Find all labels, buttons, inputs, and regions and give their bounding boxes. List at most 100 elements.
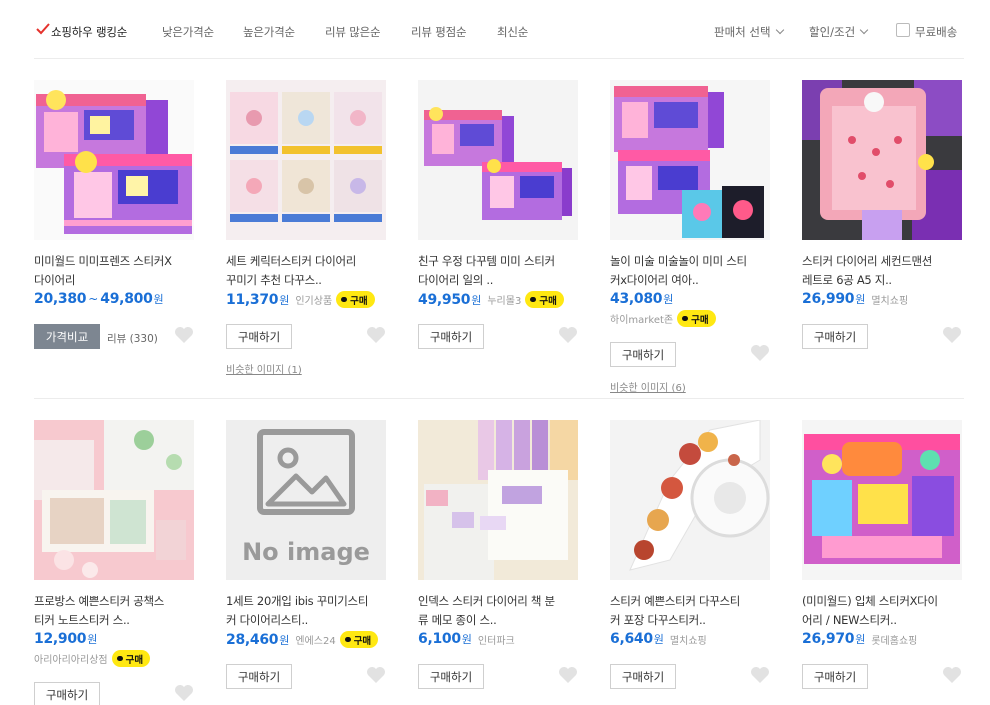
product-title-line2: 어리 / NEW스티커..	[802, 613, 897, 627]
product-image[interactable]	[610, 80, 770, 240]
buy-button[interactable]: 구매하기	[610, 342, 676, 367]
heart-icon[interactable]	[942, 666, 962, 684]
price: 6,640	[610, 631, 653, 647]
heart-icon[interactable]	[750, 344, 770, 362]
compare-price-button[interactable]: 가격비교	[34, 324, 100, 349]
sort-ranking[interactable]: 쇼핑하우 랭킹순	[51, 24, 127, 40]
product-image[interactable]	[802, 80, 962, 240]
product-image[interactable]	[34, 80, 194, 240]
product-card[interactable]: (미미월드) 입체 스티커X다이 어리 / NEW스티커.. 26,970 원 …	[802, 420, 962, 705]
chat-bubble-icon	[341, 297, 348, 302]
buy-button[interactable]: 구매하기	[34, 682, 100, 705]
buy-badge[interactable]: 구매	[677, 310, 716, 327]
product-card[interactable]: 미미월드 미미프렌즈 스티커X 다이어리 20,380 ~ 49,800 원 가…	[34, 80, 194, 380]
product-title-line2: 류 메모 종이 스..	[418, 613, 497, 627]
product-title[interactable]: 스티커 예쁜스티커 다꾸스티 커 포장 다꾸스티커..	[610, 592, 770, 630]
price: 49,950	[418, 291, 471, 308]
product-card[interactable]: No image 1세트 20개입 ibis 꾸미기스티 커 다이어리스티.. …	[226, 420, 386, 705]
product-image[interactable]	[418, 420, 578, 580]
buy-badge[interactable]: 구매	[111, 650, 151, 667]
seller-name[interactable]: 아리아리아리상점	[34, 651, 108, 666]
price: 20,380	[34, 291, 87, 307]
sort-review-rating[interactable]: 리뷰 평점순	[411, 24, 467, 40]
product-image[interactable]	[418, 80, 578, 240]
product-image[interactable]	[610, 420, 770, 580]
seller-name[interactable]: 인기상품	[295, 292, 332, 307]
similar-images-link[interactable]: 비슷한 이미지 (6)	[610, 379, 686, 394]
product-card[interactable]: 친구 우정 다꾸템 미미 스티커 다이어리 일의 .. 49,950 원 누리몰…	[418, 80, 578, 380]
product-title[interactable]: 인덱스 스티커 다이어리 책 분 류 메모 종이 스..	[418, 592, 578, 630]
buy-button[interactable]: 구매하기	[802, 324, 868, 349]
product-image[interactable]	[34, 420, 194, 580]
similar-images-link[interactable]: 비슷한 이미지 (1)	[226, 361, 302, 376]
buy-badge[interactable]: 구매	[336, 291, 375, 308]
buy-button[interactable]: 구매하기	[418, 664, 484, 689]
heart-icon[interactable]	[558, 666, 578, 684]
seller-name[interactable]: 누리몰3	[487, 292, 521, 307]
price-row: 6,640 원 멸치쇼핑	[610, 631, 707, 647]
price: 28,460	[226, 631, 279, 648]
seller-name[interactable]: 멸치쇼핑	[670, 632, 707, 647]
discount-filter[interactable]: 할인/조건	[809, 24, 869, 40]
buy-button[interactable]: 구매하기	[226, 664, 292, 689]
heart-icon[interactable]	[366, 666, 386, 684]
sort-low-price[interactable]: 낮은가격순	[162, 24, 214, 40]
check-icon	[36, 23, 50, 35]
product-card[interactable]: 프로방스 예쁜스티커 공책스 티커 노트스티커 스.. 12,900 원 아리아…	[34, 420, 194, 705]
product-title-line2: 커 포장 다꾸스티커..	[610, 613, 706, 627]
heart-icon[interactable]	[174, 326, 194, 344]
product-image[interactable]	[802, 420, 962, 580]
free-shipping-label[interactable]: 무료배송	[915, 24, 957, 40]
buy-button[interactable]: 구매하기	[610, 664, 676, 689]
heart-icon[interactable]	[366, 326, 386, 344]
sort-newest[interactable]: 최신순	[497, 24, 528, 40]
buy-badge[interactable]: 구매	[525, 291, 564, 308]
chevron-down-icon	[775, 25, 784, 35]
free-shipping-checkbox[interactable]	[896, 23, 910, 37]
heart-icon[interactable]	[558, 326, 578, 344]
sort-most-reviews[interactable]: 리뷰 많은순	[325, 24, 381, 40]
seller-name[interactable]: 하이market존	[610, 311, 673, 326]
product-title[interactable]: 놀이 미술 미술놀이 미미 스티 커x다이어리 여아..	[610, 252, 770, 290]
seller-name[interactable]: 멸치쇼핑	[871, 292, 908, 307]
price-row: 11,370 원 인기상품 구매	[226, 291, 375, 308]
product-title[interactable]: 프로방스 예쁜스티커 공책스 티커 노트스티커 스..	[34, 592, 194, 630]
chat-bubble-icon	[344, 637, 351, 642]
product-image[interactable]	[226, 80, 386, 240]
product-title[interactable]: (미미월드) 입체 스티커X다이 어리 / NEW스티커..	[802, 592, 962, 630]
price-row: 12,900 원	[34, 631, 97, 647]
currency: 원	[461, 633, 472, 646]
product-card[interactable]: 인덱스 스티커 다이어리 책 분 류 메모 종이 스.. 6,100 원 인터파…	[418, 420, 578, 705]
chat-bubble-icon	[116, 656, 123, 661]
buy-badge[interactable]: 구매	[339, 631, 379, 648]
sort-high-price[interactable]: 높은가격순	[243, 24, 295, 40]
product-title-line1: (미미월드) 입체 스티커X다이	[802, 594, 938, 608]
review-count[interactable]: 리뷰 (330)	[107, 331, 158, 346]
seller-name[interactable]: 엔에스24	[295, 632, 335, 647]
product-card[interactable]: 세트 케릭터스티커 다이어리 꾸미기 추천 다꾸스.. 11,370 원 인기상…	[226, 80, 386, 380]
product-title[interactable]: 세트 케릭터스티커 다이어리 꾸미기 추천 다꾸스..	[226, 252, 386, 290]
buy-badge-label: 구매	[691, 314, 709, 326]
product-title[interactable]: 스티커 다이어리 세컨드맨션 레트로 6공 A5 지..	[802, 252, 962, 290]
heart-icon[interactable]	[942, 326, 962, 344]
product-card[interactable]: 스티커 예쁜스티커 다꾸스티 커 포장 다꾸스티커.. 6,640 원 멸치쇼핑…	[610, 420, 770, 705]
currency: 원	[87, 633, 98, 646]
product-card[interactable]: 놀이 미술 미술놀이 미미 스티 커x다이어리 여아.. 43,080 원 하이…	[610, 80, 770, 398]
buy-badge-label: 구매	[350, 295, 368, 307]
buy-button[interactable]: 구매하기	[802, 664, 868, 689]
product-title[interactable]: 미미월드 미미프렌즈 스티커X 다이어리	[34, 252, 194, 290]
buy-button[interactable]: 구매하기	[226, 324, 292, 349]
seller-name[interactable]: 롯데홈쇼핑	[871, 632, 917, 647]
heart-icon[interactable]	[750, 666, 770, 684]
product-title[interactable]: 1세트 20개입 ibis 꾸미기스티 커 다이어리스티..	[226, 592, 386, 630]
heart-icon[interactable]	[174, 684, 194, 702]
discount-filter-label: 할인/조건	[809, 25, 856, 39]
product-title[interactable]: 친구 우정 다꾸템 미미 스티커 다이어리 일의 ..	[418, 252, 578, 290]
seller-name[interactable]: 인터파크	[478, 632, 515, 647]
product-card[interactable]: 스티커 다이어리 세컨드맨션 레트로 6공 A5 지.. 26,990 원 멸치…	[802, 80, 962, 380]
seller-filter[interactable]: 판매처 선택	[714, 24, 784, 40]
chevron-down-icon	[859, 25, 869, 35]
product-image[interactable]: No image	[226, 420, 386, 580]
seller-row: 하이market존 구매	[610, 310, 716, 327]
buy-button[interactable]: 구매하기	[418, 324, 484, 349]
